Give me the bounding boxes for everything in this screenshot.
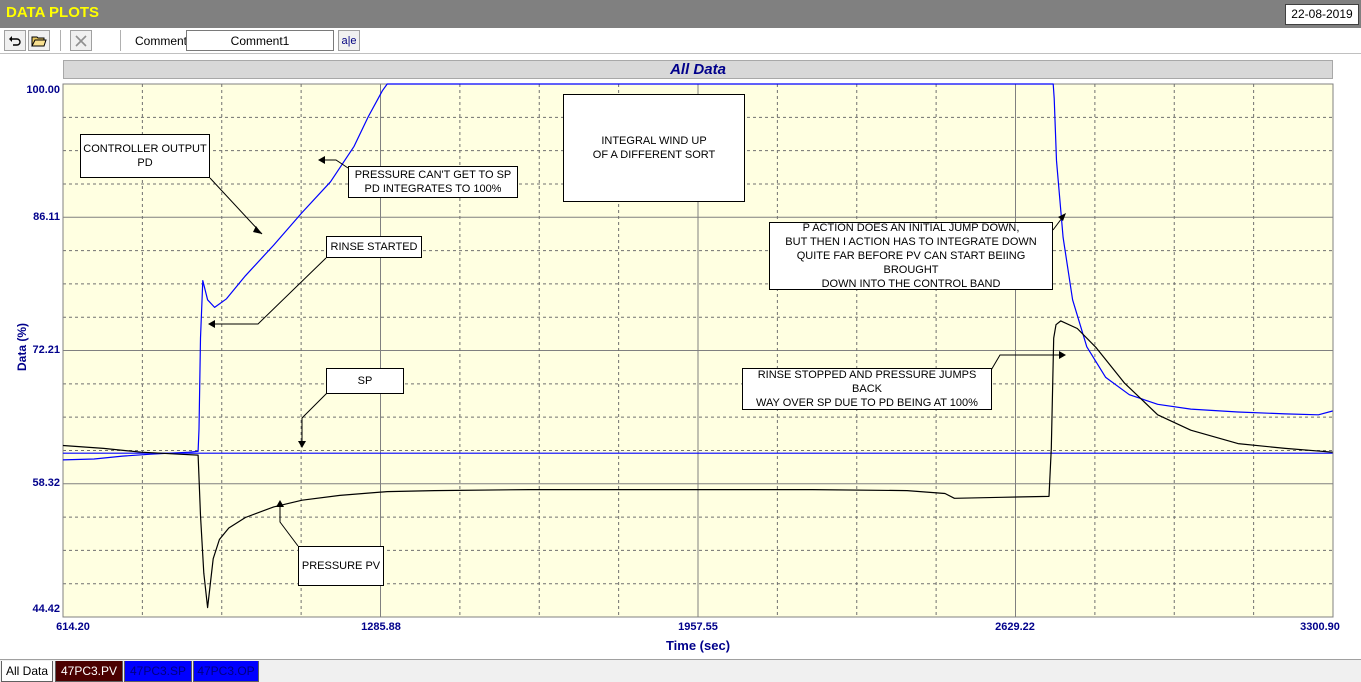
note-controller-output: CONTROLLER OUTPUT PD: [80, 134, 210, 178]
x-axis-title: Time (sec): [665, 638, 731, 653]
note-sp: SP: [326, 368, 404, 394]
y-tick-label: 100.00: [26, 84, 60, 96]
tab-47pc3-op[interactable]: 47PC3.OP: [193, 661, 259, 682]
y-tick-label: 72.21: [32, 344, 60, 356]
note-rinse-stopped: RINSE STOPPED AND PRESSURE JUMPS BACK WA…: [742, 368, 992, 410]
y-tick-label: 58.32: [32, 477, 60, 489]
x-tick-label: 614.20: [56, 621, 90, 633]
y-tick-label: 44.42: [32, 603, 60, 615]
note-integral-windup: INTEGRAL WIND UP OF A DIFFERENT SORT: [563, 94, 745, 202]
tab-47pc3-sp[interactable]: 47PC3.SP: [124, 661, 192, 682]
x-tick-label: 1957.55: [678, 621, 718, 633]
y-axis-title: Data (%): [15, 323, 29, 372]
note-pressure-cant: PRESSURE CAN'T GET TO SP PD INTEGRATES T…: [348, 166, 518, 198]
tab-bar: All Data 47PC3.PV 47PC3.SP 47PC3.OP: [0, 659, 1361, 682]
tab-47pc3-pv[interactable]: 47PC3.PV: [55, 661, 123, 682]
note-pressure-pv: PRESSURE PV: [298, 546, 384, 586]
note-p-action: P ACTION DOES AN INITIAL JUMP DOWN, BUT …: [769, 222, 1053, 290]
x-tick-label: 2629.22: [995, 621, 1035, 633]
note-rinse-started: RINSE STARTED: [326, 236, 422, 258]
y-tick-label: 86.11: [33, 211, 60, 223]
tab-all-data[interactable]: All Data: [1, 661, 53, 682]
x-tick-label: 3300.90: [1300, 621, 1340, 633]
x-tick-label: 1285.88: [361, 621, 401, 633]
